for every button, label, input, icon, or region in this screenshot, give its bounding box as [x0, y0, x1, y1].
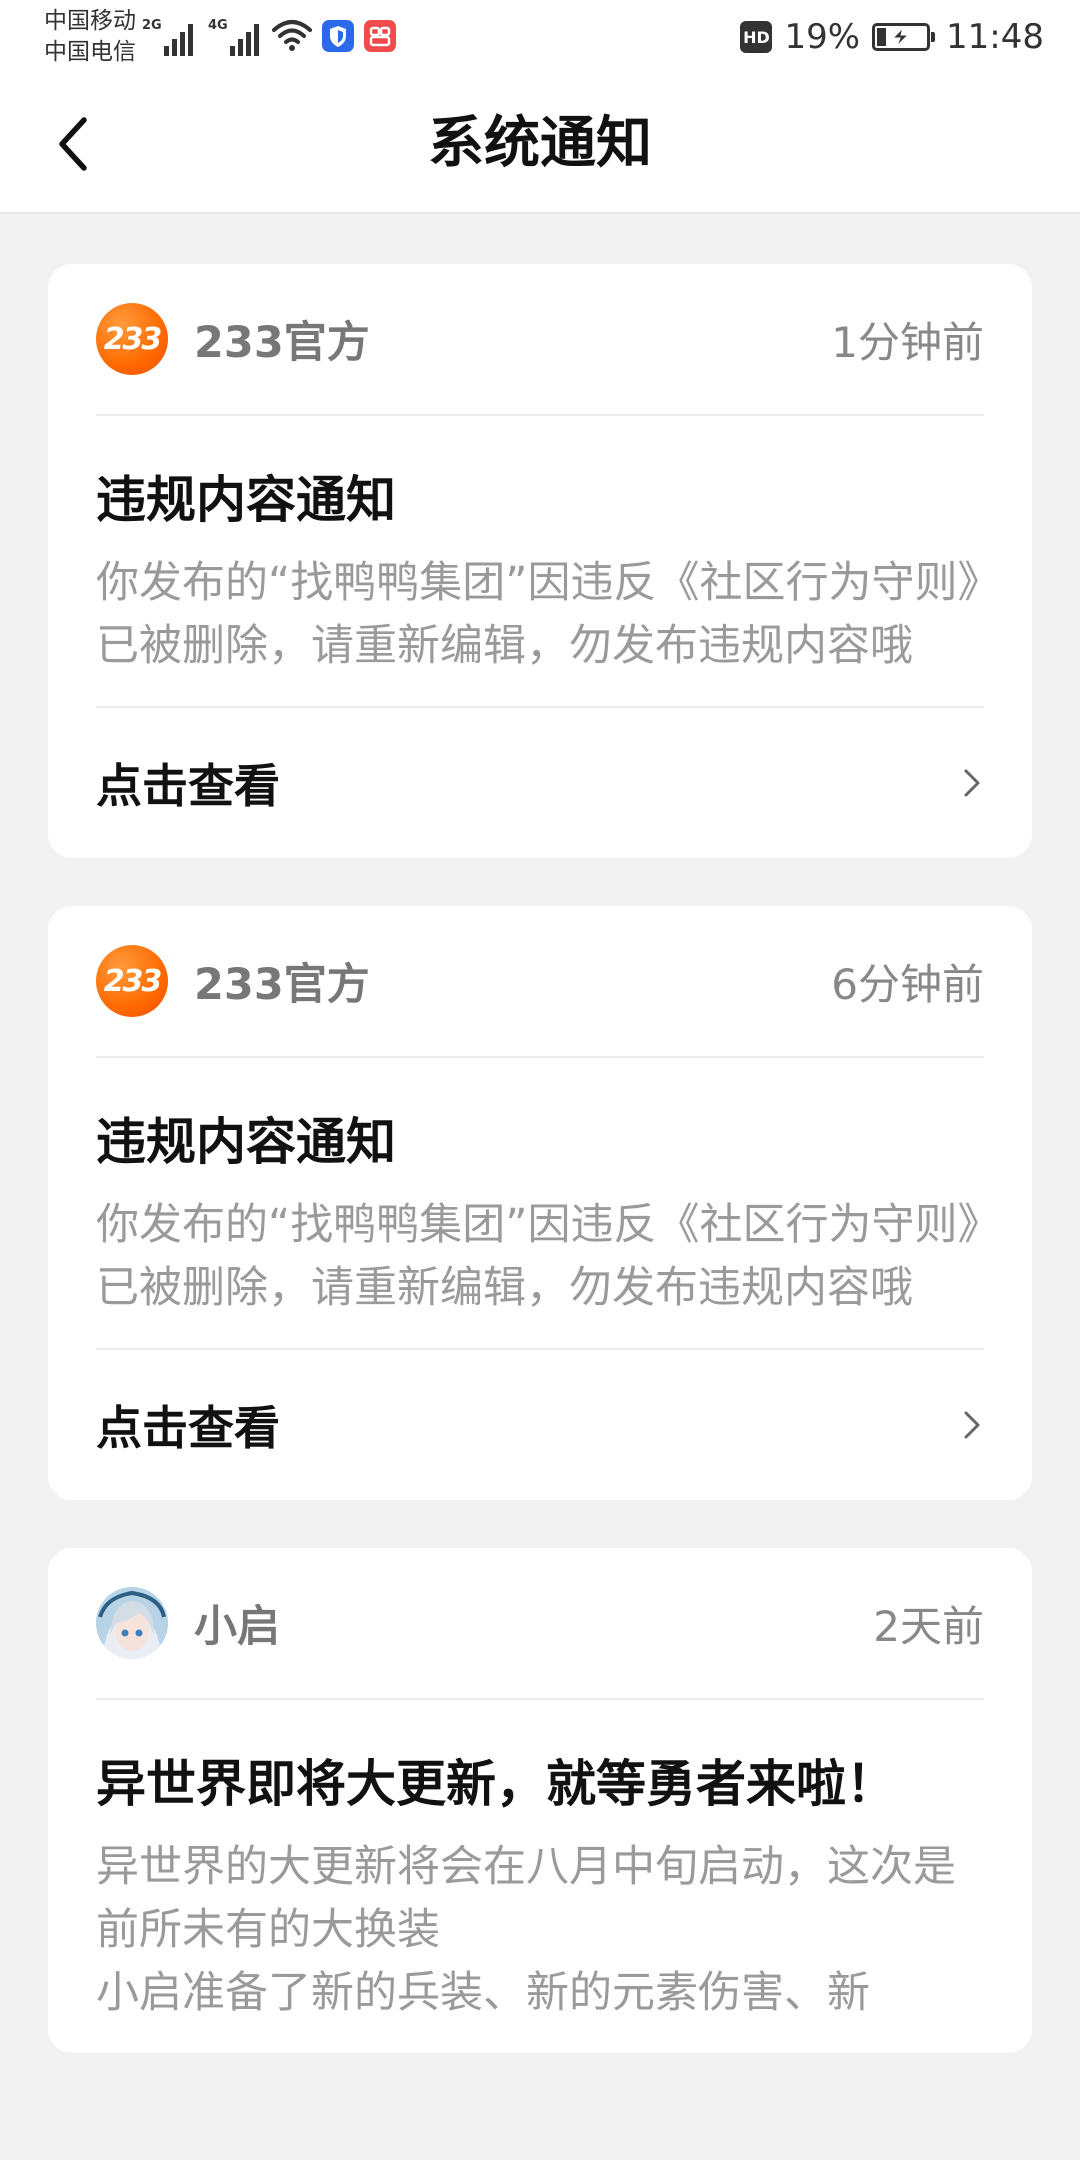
card-header: 233 233官方 6分钟前	[96, 906, 984, 1058]
anime-avatar-icon	[96, 1587, 168, 1659]
sender-name[interactable]: 233官方	[194, 308, 831, 370]
timestamp: 2天前	[873, 1601, 984, 1651]
notification-body: 你发布的“找鸭鸭集团”因违反《社区行为守则》已被删除，请重新编辑，勿发布违规内容…	[96, 1200, 980, 1313]
notification-card: 小启 2天前 异世界即将大更新，就等勇者来啦！ 异世界的大更新将会在八月中旬启动…	[48, 1548, 1032, 2053]
timestamp: 1分钟前	[831, 317, 984, 367]
notification-body: 异世界的大更新将会在八月中旬启动，这次是前所未有的大换装 小启准备了新的兵装、新…	[96, 1836, 984, 2053]
battery-percent: 19%	[784, 17, 861, 57]
clock: 11:48	[946, 17, 1044, 57]
carrier-1-label: 中国移动	[44, 8, 136, 34]
avatar[interactable]	[96, 1587, 168, 1659]
timestamp: 6分钟前	[831, 959, 984, 1009]
notification-title: 违规内容通知	[96, 1113, 396, 1171]
notification-card: 233 233官方 1分钟前 违规内容通知 你发布的“找鸭鸭集团”因违反《社区行…	[48, 264, 1032, 858]
view-details-button[interactable]: 点击查看	[96, 1348, 984, 1500]
charging-bolt-icon	[891, 26, 910, 47]
notification-title: 违规内容通知	[96, 471, 396, 529]
notification-list: 233 233官方 1分钟前 违规内容通知 你发布的“找鸭鸭集团”因违反《社区行…	[48, 264, 1032, 2101]
sender-name[interactable]: 233官方	[194, 950, 831, 1012]
view-details-button[interactable]: 点击查看	[96, 706, 984, 858]
notification-body: 你发布的“找鸭鸭集团”因违反《社区行为守则》已被删除，请重新编辑，勿发布违规内容…	[96, 558, 980, 671]
view-details-label: 点击查看	[96, 759, 280, 813]
status-right-group: HD 19% 11:48	[740, 14, 1044, 60]
page-title: 系统通知	[428, 111, 652, 176]
battery-icon	[872, 23, 936, 51]
chevron-right-icon	[964, 1411, 980, 1439]
security-shield-icon	[322, 20, 354, 52]
card-header: 小启 2天前	[96, 1548, 984, 1700]
notification-card: 233 233官方 6分钟前 违规内容通知 你发布的“找鸭鸭集团”因违反《社区行…	[48, 906, 1032, 1500]
hd-icon: HD	[740, 21, 773, 53]
view-details-label: 点击查看	[96, 1401, 280, 1455]
signal-1-icon: 2G	[142, 16, 198, 56]
network-type-2: 4G	[208, 18, 228, 33]
carrier-2-label: 中国电信	[44, 39, 136, 65]
network-type-1: 2G	[142, 18, 162, 33]
card-header: 233 233官方 1分钟前	[96, 264, 984, 416]
notification-title: 异世界即将大更新，就等勇者来啦！	[96, 1755, 896, 1813]
app-notification-icon	[364, 20, 396, 52]
sender-name[interactable]: 小启	[194, 1592, 873, 1654]
notification-body-line: 小启准备了新的兵装、新的元素伤害、新	[96, 1968, 870, 2018]
avatar[interactable]: 233	[96, 303, 168, 375]
chevron-right-icon	[964, 769, 980, 797]
notification-body-line: 异世界的大更新将会在八月中旬启动，这次是前所未有的大换装	[96, 1842, 956, 1955]
avatar[interactable]: 233	[96, 945, 168, 1017]
wifi-icon	[272, 20, 312, 51]
nav-bar: 系统通知	[0, 74, 1080, 214]
carrier-info: 中国移动 中国电信	[44, 6, 136, 68]
signal-2-icon: 4G	[208, 16, 264, 56]
status-bar: 中国移动 中国电信 2G 4G HD 19% 11:48	[0, 0, 1080, 74]
